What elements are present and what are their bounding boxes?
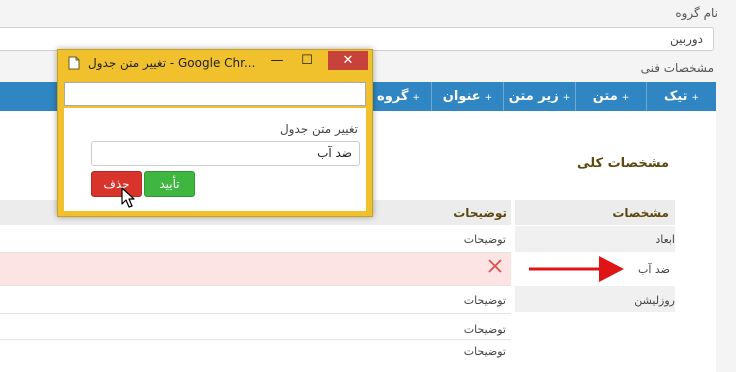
edit-table-text-popup-window: تغییر متن جدول - Google Chr... — ☐ ✕ تغی…: [57, 49, 373, 217]
popup-address-bar[interactable]: [64, 82, 366, 106]
toolbar-button-label: گروه: [377, 89, 409, 104]
table-cell-desc[interactable]: توضیحات: [464, 294, 506, 307]
delete-row-icon[interactable]: [486, 257, 504, 275]
popup-body: تغییر متن جدول ضد آب حذف تأیید: [64, 108, 366, 211]
section-heading: مشخصات کلی: [577, 156, 669, 171]
toolbar-add-subtext-button[interactable]: +زیر متن: [503, 82, 575, 111]
toolbar-button-label: تیک: [663, 89, 688, 104]
table-row-spec-cell[interactable]: [515, 226, 675, 252]
table-cell-desc[interactable]: توضیحات: [464, 345, 506, 358]
table-cell-spec[interactable]: ابعاد: [655, 233, 675, 246]
plus-icon: +: [562, 93, 571, 103]
table-cell-desc[interactable]: توضیحات: [464, 323, 506, 336]
table-header-spec: مشخصات: [612, 206, 669, 220]
plus-icon: +: [484, 93, 493, 103]
toolbar-add-group-button[interactable]: +گروه: [365, 82, 431, 111]
toolbar-button-label: متن: [592, 89, 618, 104]
row-divider: [0, 285, 511, 286]
toolbar-add-tick-button[interactable]: +تیک: [646, 82, 716, 111]
toolbar-add-text-button[interactable]: +متن: [575, 82, 646, 111]
row-divider: [0, 339, 511, 340]
row-divider: [0, 313, 511, 314]
table-cell-spec[interactable]: روزلیشن: [634, 294, 675, 307]
tech-specs-label: مشخصات فنی: [640, 61, 714, 75]
plus-icon: +: [412, 93, 420, 103]
toolbar-button-label: عنوان: [442, 89, 481, 104]
document-icon: [68, 56, 80, 70]
table-cell-spec[interactable]: ضد آب: [638, 263, 670, 276]
table-row-highlighted[interactable]: [0, 253, 511, 285]
table-text-input[interactable]: ضد آب: [91, 141, 360, 166]
plus-icon: +: [621, 93, 630, 103]
close-window-button[interactable]: ✕: [328, 51, 368, 70]
popup-window-title: تغییر متن جدول - Google Chr...: [88, 56, 256, 70]
maximize-button[interactable]: ☐: [296, 51, 318, 71]
edit-text-label: تغییر متن جدول: [279, 122, 358, 136]
plus-icon: +: [691, 93, 700, 103]
group-name-input[interactable]: دوربین: [0, 27, 714, 51]
mouse-pointer-icon: [121, 187, 135, 208]
toolbar-add-title-button[interactable]: +عنوان: [431, 82, 503, 111]
minimize-button[interactable]: —: [266, 51, 288, 71]
confirm-button[interactable]: تأیید: [144, 171, 195, 197]
toolbar-button-label: زیر متن: [508, 89, 559, 104]
table-header-desc: توضیحات: [453, 206, 507, 220]
group-name-label: نام گروه: [675, 6, 718, 20]
red-arrow-annotation-icon: [529, 256, 624, 282]
table-cell-desc[interactable]: توضیحات: [464, 233, 506, 246]
